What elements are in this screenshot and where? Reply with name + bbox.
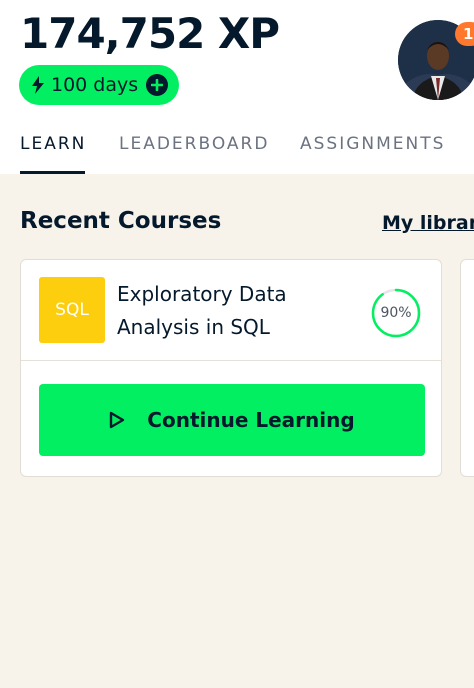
streak-days-label: 100 days	[51, 74, 139, 96]
course-title: Exploratory Data Analysis in SQL	[117, 282, 287, 339]
plus-icon[interactable]	[146, 74, 168, 96]
my-library-link[interactable]: My library	[382, 212, 474, 234]
next-course-card[interactable]	[460, 259, 474, 477]
play-icon	[109, 411, 125, 429]
tab-learn[interactable]: LEARN	[20, 134, 86, 154]
tab-bar: LEARN LEADERBOARD ASSIGNMENTS	[0, 120, 474, 174]
learn-content: Recent Courses My library SQL Explorator…	[0, 174, 474, 688]
streak-badge[interactable]: 100 days	[19, 65, 179, 105]
card-divider	[21, 360, 441, 361]
progress-percent: 90%	[380, 305, 412, 321]
continue-learning-label: Continue Learning	[147, 408, 355, 432]
notification-badge[interactable]: 1	[455, 22, 474, 46]
course-card[interactable]: SQL Exploratory Data Analysis in SQL 90%…	[20, 259, 442, 477]
section-title: Recent Courses	[20, 208, 222, 234]
tab-leaderboard[interactable]: LEADERBOARD	[119, 134, 269, 154]
lightning-icon	[31, 75, 45, 95]
xp-total: 174,752 XP	[20, 9, 280, 58]
tab-assignments[interactable]: ASSIGNMENTS	[300, 134, 445, 154]
continue-learning-button[interactable]: Continue Learning	[39, 384, 425, 456]
sql-badge: SQL	[39, 277, 105, 343]
